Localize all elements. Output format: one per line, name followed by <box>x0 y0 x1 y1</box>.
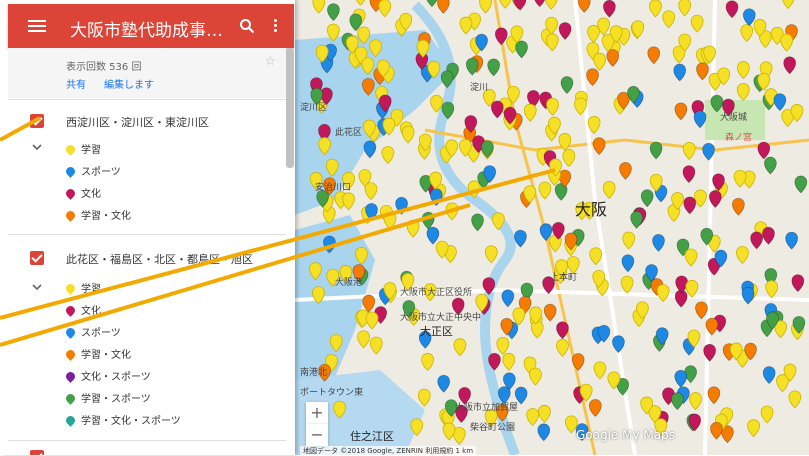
search-icon[interactable] <box>239 18 255 34</box>
layer-name-1[interactable]: 西淀川区・淀川区・東淀川区 <box>66 114 209 130</box>
label-taisho: 大正区 <box>420 324 453 338</box>
zoom-in-button[interactable]: + <box>306 402 328 424</box>
label-nankou: 南港北 <box>300 366 327 377</box>
pin-icon <box>64 187 77 200</box>
layer-checkbox-1[interactable] <box>30 114 44 128</box>
pin-icon <box>64 143 77 156</box>
map-title: 大阪市塾代助成事業教... <box>70 21 230 41</box>
label-minato: 大阪港 <box>335 276 362 287</box>
chevron-down-icon[interactable] <box>32 282 42 292</box>
label-osaka: 大阪 <box>575 201 607 219</box>
view-count: 表示回数 536 回 <box>66 62 142 73</box>
panel-header: 大阪市塾代助成事業教... <box>8 4 294 48</box>
layer1-item-1[interactable]: 学習 <box>64 141 101 157</box>
pin-icon <box>64 392 77 405</box>
label-port-town: ポートタウン東 <box>300 386 363 397</box>
menu-icon[interactable] <box>28 17 46 35</box>
pin-icon <box>64 304 77 317</box>
google-my-maps-watermark: Google My Maps <box>576 428 675 442</box>
label-konohana: 此花区 <box>335 126 362 137</box>
scrollbar[interactable] <box>286 48 294 168</box>
legend-panel: 大阪市塾代助成事業教... 表示回数 536 回 ☆ 共有 編集します 西淀川区… <box>0 0 295 455</box>
layer1-item-4[interactable]: 学習・文化 <box>64 207 131 223</box>
pin-icon <box>64 326 77 339</box>
label-shibatani: 柴谷町公園 <box>470 421 515 432</box>
layer2-item-2[interactable]: 文化 <box>64 302 101 318</box>
label-nishi: 大阪市立大正中央中 <box>400 311 481 322</box>
label-morinomiya: 森ノ宮 <box>725 131 752 142</box>
label-kagaya: 大阪市立加賀屋 <box>455 401 518 412</box>
layer2-item-6[interactable]: 学習・スポーツ <box>64 390 151 406</box>
pin-icon <box>64 370 77 383</box>
star-icon[interactable]: ☆ <box>264 54 276 69</box>
edit-link[interactable]: 編集します <box>104 76 154 91</box>
divider <box>8 99 286 100</box>
chevron-down-icon[interactable] <box>32 142 42 152</box>
label-ajikawa: 安治川口 <box>315 181 351 192</box>
pin-icon <box>64 282 77 295</box>
label-yodogawa-river: 淀川 <box>470 81 488 92</box>
map-info: 表示回数 536 回 ☆ 共有 編集します <box>8 48 286 98</box>
layer2-item-5[interactable]: 文化・スポーツ <box>64 368 151 384</box>
label-uehonmachi: 上本町 <box>550 271 577 282</box>
pin-icon <box>64 209 77 222</box>
label-osakajo: 大阪城 <box>720 111 747 122</box>
pin-icon <box>64 348 77 361</box>
map-canvas[interactable]: 淀川 此花区 安治川口 大阪 大阪城 森ノ宮 大阪港 大正区 大阪市大正区役所 … <box>295 0 809 455</box>
layer2-item-3[interactable]: スポーツ <box>64 324 121 340</box>
layer1-item-3[interactable]: 文化 <box>64 185 101 201</box>
layer2-item-1[interactable]: 学習 <box>64 280 101 296</box>
more-vert-icon[interactable] <box>274 17 280 35</box>
divider <box>8 440 286 441</box>
label-taisho-office: 大阪市大正区役所 <box>400 286 472 297</box>
layer2-item-7[interactable]: 学習・文化・スポーツ <box>64 412 181 428</box>
share-link[interactable]: 共有 <box>66 76 86 91</box>
layer2-item-4[interactable]: 学習・文化 <box>64 346 131 362</box>
label-suminoe: 住之江区 <box>350 429 394 443</box>
layer-checkbox-3[interactable] <box>30 450 44 455</box>
pin-icon <box>64 165 77 178</box>
divider <box>8 234 286 235</box>
layer-checkbox-2[interactable] <box>30 251 44 265</box>
pin-icon <box>64 414 77 427</box>
layer1-item-2[interactable]: スポーツ <box>64 163 121 179</box>
layer-name-2[interactable]: 此花区・福島区・北区・都島区・旭区 <box>66 251 253 267</box>
zoom-out-button[interactable]: − <box>306 424 328 446</box>
label-nishiyodogawa: 淀川区 <box>300 101 327 112</box>
